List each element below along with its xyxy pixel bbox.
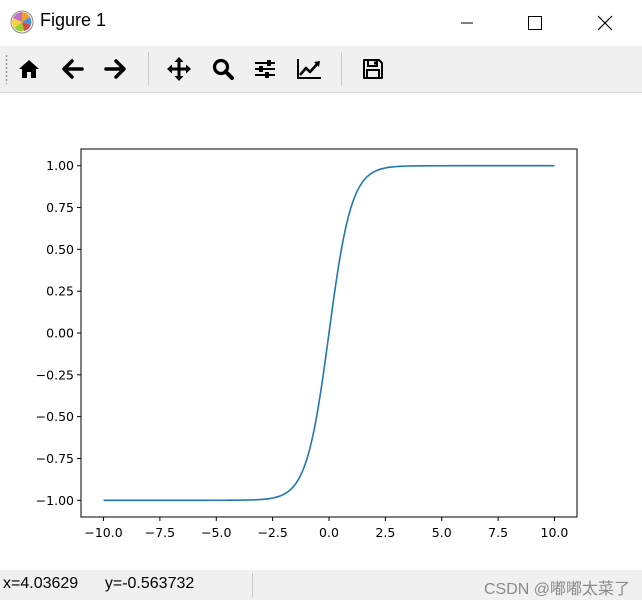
x-tick-label: 0.0 — [319, 525, 339, 540]
figure-canvas[interactable]: 1.00 0.75 0.50 0.25 0.00 −0.25 −0.50 −0.75 −1.00… — [0, 93, 642, 570]
y-tick-label: 0.50 — [46, 242, 74, 257]
toolbar-separator — [148, 52, 149, 86]
x-tick-label: −10.0 — [84, 525, 122, 540]
save-button[interactable] — [357, 54, 389, 84]
x-tick-label: −7.5 — [145, 525, 175, 540]
arrow-left-icon — [62, 59, 84, 79]
back-button[interactable] — [57, 54, 89, 84]
figure-window: Figure 1 1.00 0.75 0.50 0.25 0.00 −0.25 … — [0, 0, 642, 600]
minimize-button[interactable] — [444, 0, 490, 46]
y-tick-label: −0.25 — [36, 367, 74, 382]
edit-axis-button[interactable] — [293, 54, 325, 84]
status-bar: x=4.03629 y=-0.563732 CSDN @嘟嘟太菜了 — [0, 570, 642, 600]
csdn-watermark: CSDN @嘟嘟太菜了 — [483, 581, 630, 598]
x-tick-label: 10.0 — [541, 525, 569, 540]
x-axis-ticks: −10.0 −7.5 −5.0 −2.5 0.0 2.5 5.0 7.5 10.0 — [84, 517, 568, 540]
close-icon — [597, 15, 613, 31]
zoom-button[interactable] — [207, 54, 239, 84]
x-tick-label: 5.0 — [432, 525, 452, 540]
x-tick-label: 2.5 — [375, 525, 395, 540]
forward-button[interactable] — [99, 54, 131, 84]
y-tick-label: −1.00 — [36, 493, 74, 508]
configure-subplots-button[interactable] — [249, 54, 281, 84]
maximize-icon — [528, 16, 542, 30]
y-tick-label: 0.00 — [46, 326, 74, 341]
move-icon — [167, 57, 191, 81]
home-button[interactable] — [13, 54, 45, 84]
maximize-button[interactable] — [512, 0, 558, 46]
zoom-icon — [212, 58, 234, 80]
plot-svg[interactable]: 1.00 0.75 0.50 0.25 0.00 −0.25 −0.50 −0.75 −1.00… — [0, 93, 642, 570]
minimize-icon — [461, 22, 473, 24]
x-tick-label: 7.5 — [488, 525, 508, 540]
data-line — [103, 164, 555, 502]
navigation-toolbar — [0, 46, 642, 93]
toolbar-grip[interactable] — [5, 54, 8, 84]
line-chart-icon — [297, 59, 321, 79]
arrow-right-icon — [104, 59, 126, 79]
x-tick-label: −5.0 — [201, 525, 231, 540]
close-button[interactable] — [582, 0, 628, 46]
floppy-icon — [363, 59, 383, 79]
window-title: Figure 1 — [40, 10, 107, 30]
y-axis-ticks: 1.00 0.75 0.50 0.25 0.00 −0.25 −0.50 −0.75 −1.00 — [36, 158, 81, 508]
y-tick-label: 1.00 — [46, 158, 74, 173]
status-separator — [252, 573, 253, 597]
pan-button[interactable] — [163, 54, 195, 84]
toolbar-separator — [341, 52, 342, 86]
cursor-coordinates: x=4.03629 y=-0.563732 — [3, 575, 195, 592]
y-tick-label: −0.50 — [36, 409, 74, 424]
y-tick-label: 0.75 — [46, 200, 74, 215]
y-tick-label: −0.75 — [36, 451, 74, 466]
y-tick-label: 0.25 — [46, 284, 74, 299]
sliders-icon — [255, 60, 275, 78]
x-tick-label: −2.5 — [257, 525, 287, 540]
home-icon — [19, 60, 39, 78]
matplotlib-logo-icon — [10, 10, 34, 34]
title-bar: Figure 1 — [0, 0, 642, 46]
